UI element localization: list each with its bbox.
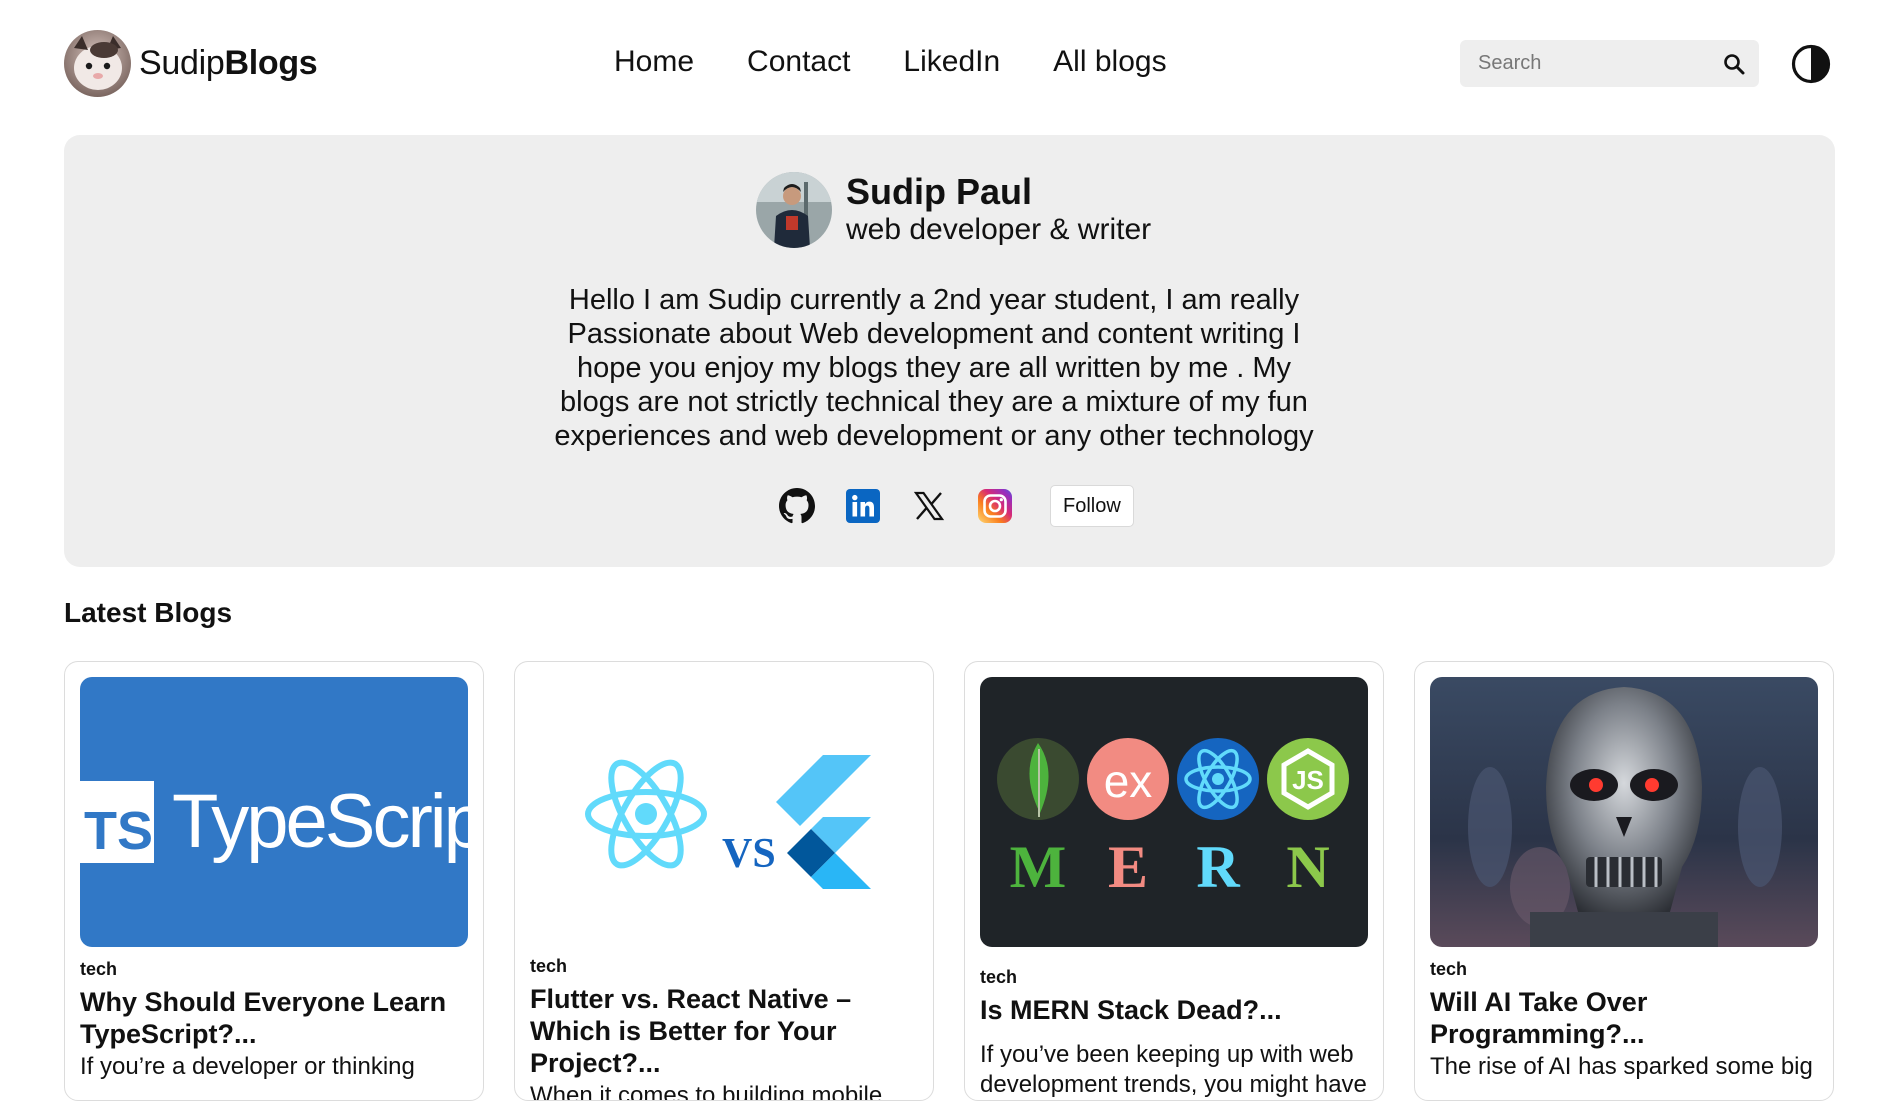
brand-avatar	[64, 30, 131, 97]
social-links: Follow	[778, 485, 1134, 527]
nav-linkedin[interactable]: LikedIn	[903, 45, 1000, 79]
github-icon[interactable]	[778, 487, 816, 525]
profile-card: Sudip Paul web developer & writer Hello …	[64, 135, 1835, 567]
profile-name: Sudip Paul	[846, 171, 1033, 212]
svg-text:E: E	[1108, 834, 1148, 900]
profile-role: web developer & writer	[846, 213, 1152, 246]
profile-header: Sudip Paul web developer & writer	[756, 172, 1151, 248]
typescript-cover-image: TS TypeScript	[80, 677, 468, 947]
search-input[interactable]	[1460, 40, 1710, 87]
card-tag: tech	[980, 967, 1018, 987]
mern-cover-image: ex JS M E R N	[980, 677, 1368, 947]
flutter-react-cover-image: VS	[530, 677, 918, 937]
svg-text:R: R	[1196, 834, 1240, 900]
linkedin-icon[interactable]	[844, 487, 882, 525]
profile-bio: Hello I am Sudip currently a 2nd year st…	[554, 284, 1314, 452]
nav-contact[interactable]: Contact	[747, 45, 850, 79]
card-title[interactable]: Why Should Everyone Learn TypeScript?...	[80, 986, 470, 1050]
main-nav: Home Contact LikedIn All blogs	[614, 45, 1167, 79]
blog-card-flutter-react[interactable]: VS tech Flutter vs. React Native – Which…	[514, 661, 934, 1101]
svg-text:JS: JS	[1292, 765, 1324, 795]
blog-card-grid: TS TypeScript tech Why Should Everyone L…	[64, 661, 1835, 1101]
svg-text:TypeScript: TypeScript	[172, 779, 468, 864]
nav-all-blogs[interactable]: All blogs	[1053, 45, 1166, 79]
theme-toggle-icon[interactable]	[1790, 43, 1832, 85]
latest-blogs-heading: Latest Blogs	[64, 597, 233, 628]
site-header: SudipBlogs Home Contact LikedIn All blog…	[0, 0, 1898, 128]
search-icon[interactable]	[1719, 49, 1749, 79]
svg-text:N: N	[1286, 834, 1329, 900]
x-icon[interactable]	[910, 487, 948, 525]
card-description: When it comes to building mobile apps, d…	[530, 1082, 883, 1101]
svg-text:TS: TS	[84, 801, 153, 861]
card-tag: tech	[80, 959, 118, 979]
search-box	[1460, 40, 1759, 87]
svg-text:VS: VS	[722, 831, 776, 877]
follow-button[interactable]: Follow	[1050, 485, 1134, 527]
blog-card-mern[interactable]: ex JS M E R N tech Is MERN Stack Dead?..…	[964, 661, 1384, 1101]
blog-card-typescript[interactable]: TS TypeScript tech Why Should Everyone L…	[64, 661, 484, 1101]
card-description: If you’ve been keeping up with web devel…	[980, 1041, 1367, 1098]
blog-card-ai[interactable]: tech Will AI Take Over Programming?... T…	[1414, 661, 1834, 1101]
brand-name: SudipBlogs	[139, 44, 318, 82]
card-tag: tech	[530, 956, 568, 976]
nav-home[interactable]: Home	[614, 45, 694, 79]
svg-text:M: M	[1010, 834, 1067, 900]
ai-robot-cover-image	[1430, 677, 1818, 947]
card-title[interactable]: Flutter vs. React Native – Which is Bett…	[530, 983, 920, 1079]
instagram-icon[interactable]	[976, 487, 1014, 525]
svg-text:ex: ex	[1104, 755, 1153, 807]
brand-logo-link[interactable]: SudipBlogs	[64, 30, 318, 97]
card-description: The rise of AI has sparked some big	[1430, 1053, 1813, 1080]
card-description: If you’re a developer or thinking	[80, 1053, 415, 1080]
card-title[interactable]: Will AI Take Over Programming?...	[1430, 986, 1820, 1050]
profile-avatar	[756, 172, 832, 248]
card-title[interactable]: Is MERN Stack Dead?...	[980, 994, 1370, 1026]
card-tag: tech	[1430, 959, 1468, 979]
